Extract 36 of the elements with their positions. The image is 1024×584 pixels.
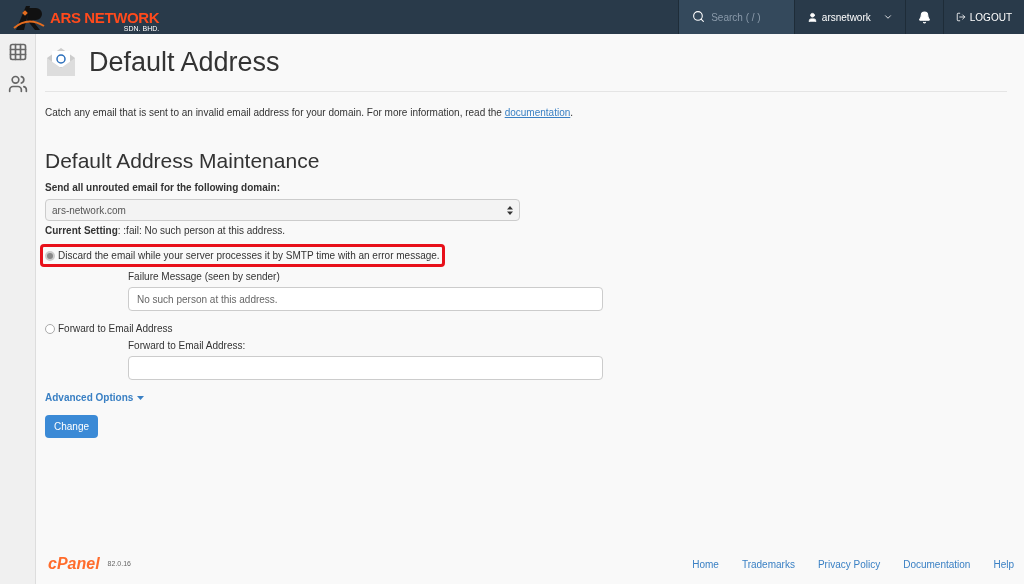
- option-label: Forward to Email Address: [58, 322, 173, 336]
- footer-link[interactable]: Documentation: [903, 556, 971, 572]
- current-setting: Current Setting: :fail: No such person at this address.: [45, 224, 287, 238]
- users-icon[interactable]: [7, 74, 28, 94]
- footer-link[interactable]: Home: [692, 556, 719, 572]
- caret-icon: [137, 395, 145, 400]
- radio-button[interactable]: [45, 250, 55, 261]
- footer-link[interactable]: Help: [993, 556, 1014, 572]
- logout-icon: [955, 12, 966, 22]
- page-description: Catch any email that is sent to an invalid email address for your domain. For more information, read the documentation.: [45, 105, 575, 120]
- brand-name: ARS NETWORK: [50, 10, 160, 25]
- text-field[interactable]: [128, 356, 603, 380]
- advanced-options-toggle[interactable]: Advanced Options: [45, 390, 145, 405]
- user-menu[interactable]: arsnetwork: [793, 0, 905, 34]
- cpanel-logo: cPanel: [48, 554, 100, 574]
- footer-link[interactable]: Privacy Policy: [817, 556, 881, 572]
- select-arrows-icon: [507, 205, 513, 215]
- domain-label: Send all unrouted email for the following domain:: [45, 181, 281, 195]
- envelope-icon: [45, 46, 77, 79]
- section-title: Default Address Maintenance: [45, 147, 321, 174]
- caret-icon: [882, 12, 893, 22]
- field-label: Failure Message (seen by sender): [128, 270, 281, 284]
- search-icon: [692, 10, 706, 23]
- footer-link[interactable]: Trademarks: [741, 556, 795, 572]
- option-label: Discard the email while your server processes it by SMTP time with an error message.: [58, 249, 440, 263]
- page-title: Default Address: [89, 46, 280, 79]
- grid-icon[interactable]: [7, 42, 28, 62]
- logout-button[interactable]: LOGOUT: [942, 0, 1024, 34]
- change-button[interactable]: Change: [45, 415, 99, 438]
- radio-button[interactable]: [45, 323, 55, 334]
- text-field[interactable]: No such person at this address.: [128, 287, 603, 311]
- bell-icon: [917, 10, 931, 24]
- search-field[interactable]: Search ( / ): [679, 0, 794, 34]
- field-label: Forward to Email Address:: [128, 339, 247, 353]
- user-icon: [806, 11, 818, 23]
- domain-select[interactable]: ars-network.com: [45, 199, 520, 221]
